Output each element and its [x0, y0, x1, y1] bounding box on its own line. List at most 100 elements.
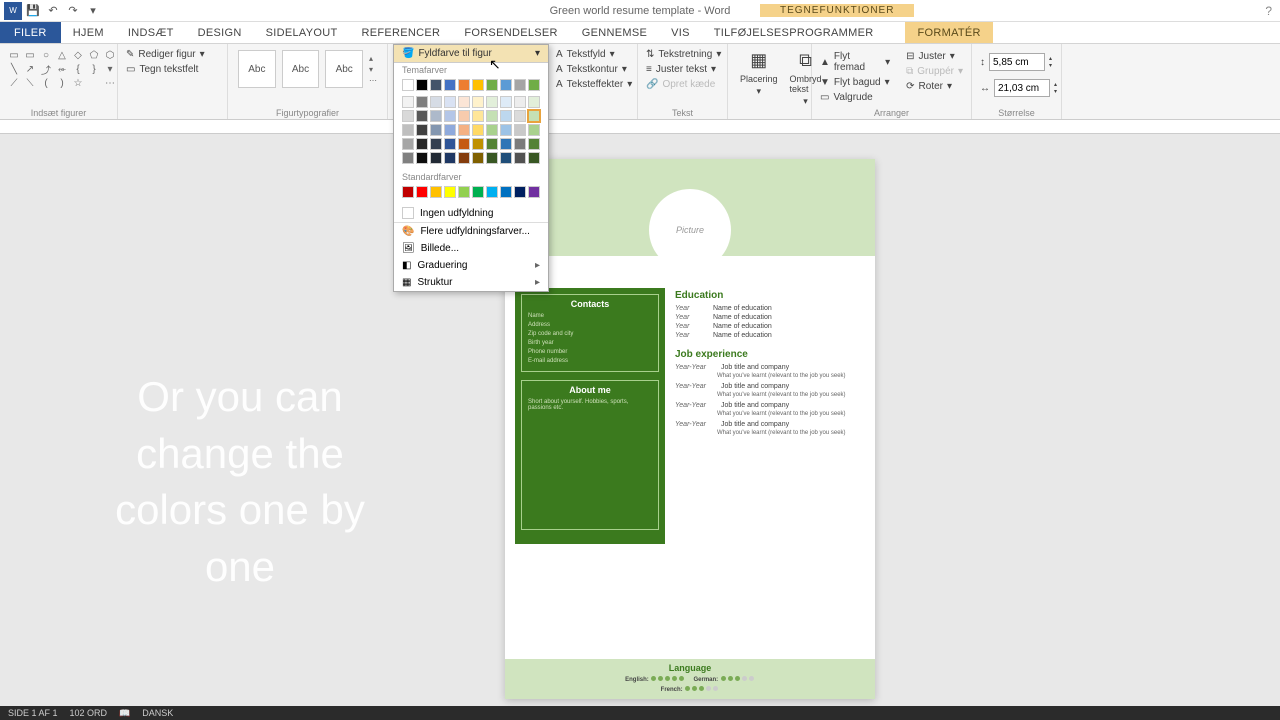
color-swatch[interactable]: [444, 96, 456, 108]
style-preset[interactable]: Abc: [282, 50, 320, 88]
color-swatch[interactable]: [528, 138, 540, 150]
color-swatch[interactable]: [402, 110, 414, 122]
tab-insert[interactable]: INDSÆT: [116, 22, 186, 43]
color-swatch[interactable]: [472, 138, 484, 150]
tab-pagelayout[interactable]: SIDELAYOUT: [254, 22, 350, 43]
color-swatch[interactable]: [514, 186, 526, 198]
page-header-shape[interactable]: Picture: [505, 159, 875, 256]
color-swatch[interactable]: [458, 79, 470, 91]
color-swatch[interactable]: [486, 186, 498, 198]
color-swatch[interactable]: [472, 79, 484, 91]
gallery-more-icon[interactable]: ⋯: [369, 76, 377, 85]
position-button[interactable]: ▦Placering▾: [734, 46, 784, 117]
color-swatch[interactable]: [486, 79, 498, 91]
color-swatch[interactable]: [514, 138, 526, 150]
shape-style-gallery[interactable]: Abc Abc Abc ▴ ▾ ⋯: [234, 46, 381, 92]
color-swatch[interactable]: [528, 79, 540, 91]
save-icon[interactable]: 💾: [24, 2, 42, 20]
shapes-gallery[interactable]: ▭▭○△◇⬠⬡ ╲↗⤴⬰{}▾ ⟋⟍()☆⋯: [6, 48, 111, 90]
color-swatch[interactable]: [402, 96, 414, 108]
color-swatch[interactable]: [416, 186, 428, 198]
color-swatch[interactable]: [402, 152, 414, 164]
gradient-item[interactable]: ◧Graduering▸: [394, 257, 548, 274]
color-swatch[interactable]: [402, 124, 414, 136]
color-swatch[interactable]: [514, 96, 526, 108]
resume-sidebar[interactable]: Contacts Name Address Zip code and city …: [515, 288, 665, 544]
color-swatch[interactable]: [458, 152, 470, 164]
color-swatch[interactable]: [514, 110, 526, 122]
color-swatch[interactable]: [472, 186, 484, 198]
picture-fill-item[interactable]: 🖼Billede...: [394, 240, 548, 257]
color-swatch[interactable]: [500, 186, 512, 198]
texture-item[interactable]: ▦Struktur▸: [394, 274, 548, 291]
style-preset[interactable]: Abc: [238, 50, 276, 88]
color-swatch[interactable]: [514, 152, 526, 164]
color-swatch[interactable]: [444, 124, 456, 136]
edit-shape-button[interactable]: ✎Rediger figur ▾: [124, 48, 221, 61]
picture-placeholder[interactable]: Picture: [649, 189, 731, 271]
style-preset[interactable]: Abc: [325, 50, 363, 88]
color-swatch[interactable]: [472, 110, 484, 122]
color-swatch[interactable]: [500, 96, 512, 108]
spellcheck-icon[interactable]: 📖: [119, 708, 130, 719]
page-footer-shape[interactable]: Language English: German: French:: [505, 659, 875, 699]
color-swatch[interactable]: [430, 110, 442, 122]
color-swatch[interactable]: [458, 124, 470, 136]
color-swatch[interactable]: [472, 124, 484, 136]
color-swatch[interactable]: [500, 110, 512, 122]
color-swatch[interactable]: [472, 96, 484, 108]
height-input[interactable]: [989, 53, 1045, 71]
color-swatch[interactable]: [514, 79, 526, 91]
color-swatch[interactable]: [430, 79, 442, 91]
textfill-button[interactable]: ATekstfyld ▾: [554, 48, 631, 61]
color-swatch[interactable]: [416, 110, 428, 122]
align-button[interactable]: ⊟Juster ▾: [904, 50, 965, 63]
gallery-up-icon[interactable]: ▴: [369, 54, 377, 63]
tab-format[interactable]: FORMATÉR: [905, 22, 992, 43]
color-swatch[interactable]: [416, 138, 428, 150]
selection-pane-button[interactable]: ▭Valgrude: [818, 91, 892, 104]
color-swatch[interactable]: [486, 110, 498, 122]
texteffects-button[interactable]: ATeksteffekter ▾: [554, 78, 631, 91]
color-swatch[interactable]: [472, 152, 484, 164]
rotate-button[interactable]: ⟳Roter ▾: [904, 80, 965, 93]
color-swatch[interactable]: [528, 96, 540, 108]
textdirection-button[interactable]: ⇅Tekstretning ▾: [644, 48, 721, 61]
color-swatch[interactable]: [430, 96, 442, 108]
color-swatch[interactable]: [430, 124, 442, 136]
color-swatch[interactable]: [458, 110, 470, 122]
color-swatch[interactable]: [444, 138, 456, 150]
redo-icon[interactable]: ↷: [64, 2, 82, 20]
color-swatch[interactable]: [430, 138, 442, 150]
color-swatch[interactable]: [500, 138, 512, 150]
color-swatch[interactable]: [458, 186, 470, 198]
color-swatch[interactable]: [458, 96, 470, 108]
color-swatch[interactable]: [528, 152, 540, 164]
tab-mailings[interactable]: FORSENDELSER: [452, 22, 569, 43]
no-fill-item[interactable]: Ingen udfyldning: [394, 204, 548, 222]
tab-view[interactable]: VIS: [659, 22, 702, 43]
undo-icon[interactable]: ↶: [44, 2, 62, 20]
color-swatch[interactable]: [500, 79, 512, 91]
tab-design[interactable]: DESIGN: [186, 22, 254, 43]
color-swatch[interactable]: [514, 124, 526, 136]
tab-references[interactable]: REFERENCER: [350, 22, 453, 43]
color-swatch[interactable]: [444, 152, 456, 164]
color-swatch[interactable]: [458, 138, 470, 150]
resume-main[interactable]: Education YearName of educationYearName …: [665, 288, 875, 544]
color-swatch[interactable]: [402, 79, 414, 91]
width-input[interactable]: [994, 79, 1050, 97]
color-swatch[interactable]: [430, 152, 442, 164]
color-swatch[interactable]: [430, 186, 442, 198]
send-backward-button[interactable]: ▼Flyt bagud ▾: [818, 76, 892, 89]
gallery-down-icon[interactable]: ▾: [369, 65, 377, 74]
color-swatch[interactable]: [528, 124, 540, 136]
color-swatch[interactable]: [486, 138, 498, 150]
tab-file[interactable]: FILER: [0, 22, 61, 43]
color-swatch[interactable]: [444, 79, 456, 91]
color-swatch[interactable]: [528, 110, 540, 122]
document-page[interactable]: Picture Contacts Name Address Zip code a…: [505, 159, 875, 699]
color-swatch[interactable]: [416, 124, 428, 136]
more-colors-item[interactable]: 🎨Flere udfyldningsfarver...: [394, 223, 548, 240]
color-swatch[interactable]: [486, 124, 498, 136]
